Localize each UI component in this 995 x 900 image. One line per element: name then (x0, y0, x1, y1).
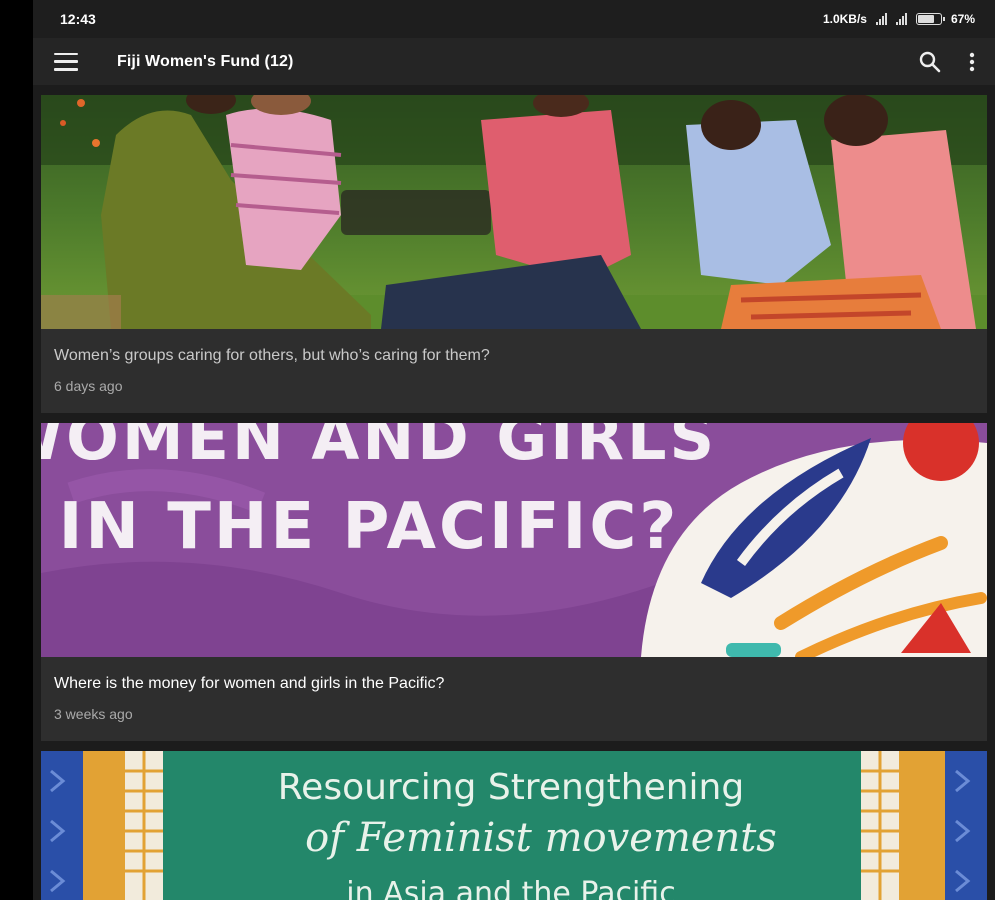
poster-line-1: WOMEN AND GIRLS (41, 423, 717, 474)
banner-line-3: in Asia and the Pacific (346, 876, 675, 900)
more-vertical-icon[interactable] (969, 52, 975, 72)
signal-icon-1 (875, 13, 887, 25)
article-title[interactable]: Where is the money for women and girls i… (54, 674, 974, 694)
battery-percent: 67% (950, 12, 975, 26)
battery-icon (915, 13, 945, 25)
phone-screen: 12:43 1.0KB/s 67% Fiji Women's Fund (12) (33, 0, 995, 900)
search-icon[interactable] (919, 51, 941, 73)
article-card[interactable]: Resourcing Strengthening of Feminist mov… (41, 751, 987, 900)
article-feed: Women’s groups caring for others, but wh… (41, 95, 987, 900)
article-title[interactable]: Women’s groups caring for others, but wh… (54, 346, 974, 366)
menu-icon[interactable] (54, 52, 78, 71)
device-bezel (0, 0, 33, 900)
poster-line-2: IN THE PACIFIC? (59, 490, 680, 564)
page-title: Fiji Women's Fund (12) (117, 52, 294, 70)
status-time: 12:43 (60, 11, 96, 27)
banner-line-1: Resourcing Strengthening (278, 767, 744, 808)
app-bar: Fiji Women's Fund (12) (33, 38, 995, 85)
green-banner[interactable]: Resourcing Strengthening of Feminist mov… (41, 751, 987, 900)
article-card-body: Women’s groups caring for others, but wh… (41, 329, 987, 413)
status-bar: 12:43 1.0KB/s 67% (33, 0, 995, 38)
signal-icon-2 (895, 13, 907, 25)
banner-line-2: of Feminist movements (305, 815, 777, 861)
network-speed: 1.0KB/s (822, 12, 867, 26)
illustrated-poster[interactable]: WOMEN AND GIRLS IN THE PACIFIC? (41, 423, 987, 657)
article-card-body: Where is the money for women and girls i… (41, 657, 987, 741)
women-sitting-outdoors-photo[interactable] (41, 95, 987, 329)
status-indicators: 1.0KB/s 67% (823, 12, 975, 26)
article-time: 3 weeks ago (54, 706, 133, 722)
article-card[interactable]: Women’s groups caring for others, but wh… (41, 95, 987, 413)
article-time: 6 days ago (54, 378, 123, 394)
article-card[interactable]: WOMEN AND GIRLS IN THE PACIFIC? Where is… (41, 423, 987, 741)
app-bar-actions (919, 51, 975, 73)
